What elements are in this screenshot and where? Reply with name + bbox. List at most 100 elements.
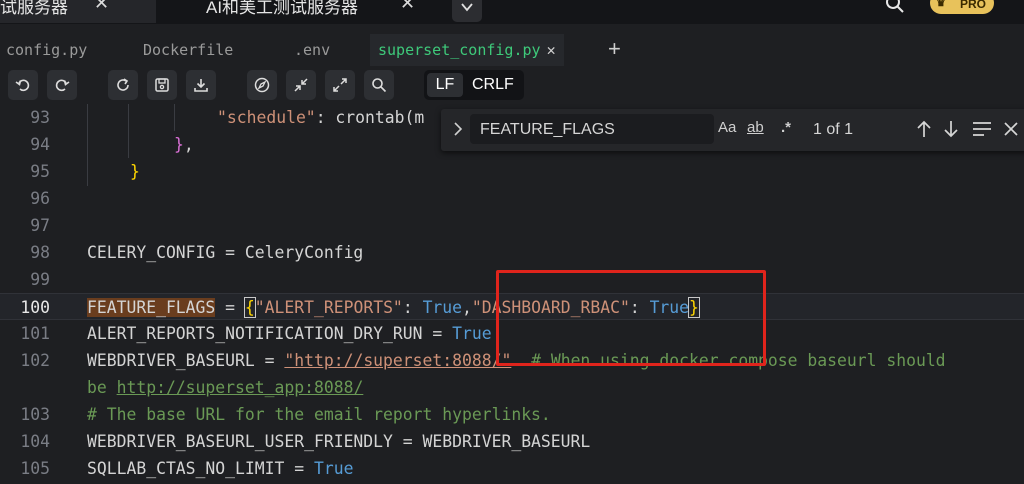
editor-toolbar: LF CRLF [0,68,1024,104]
arrow-down-icon[interactable] [942,119,960,139]
find-button[interactable] [364,70,394,100]
line-ending-toggle: LF CRLF [424,70,524,100]
undo-icon [15,79,30,92]
code-token: # The base URL for the email report hype… [87,405,551,424]
code-token: "http://superset:8088/" [284,351,512,370]
download-icon [194,79,208,92]
code-token: : crontab( [315,108,415,127]
refresh-icon [117,78,129,91]
code-line[interactable]: 96 [0,185,1024,212]
code-token: WEBDRIVER_BASEURL = [87,351,285,370]
window-tab-bar: 试服务器 ✕ AI和美工测试服务器 ✕ ♛ PRO [0,0,1024,24]
code-text: be http://superset_app:8088/ [87,374,363,401]
compass-icon [254,77,270,93]
window-tab-label: AI和美工测试服务器 [206,0,359,17]
code-token: : [402,298,423,317]
code-token: be [87,378,117,397]
line-number: 102 [20,351,50,370]
code-line[interactable]: 98 CELERY_CONFIG = CeleryConfig [0,239,1024,266]
line-number: 96 [30,189,50,208]
file-tab-label: superset_config.py [378,41,541,59]
expand-icon [333,78,347,92]
line-number: 95 [30,162,50,181]
new-tab-button[interactable]: + [608,34,621,66]
code-token: True [452,324,492,343]
code-text: SQLLAB_CTAS_NO_LIMIT = True [87,455,353,482]
redo-button[interactable] [47,70,77,100]
line-number: 99 [30,270,50,289]
save-button[interactable] [147,70,177,100]
close-icon[interactable]: ✕ [547,41,556,59]
code-token: WEBDRIVER_BASEURL_USER_FRIENDLY = WEBDRI… [87,432,591,451]
code-token: } [130,162,140,181]
search-icon[interactable] [884,0,906,16]
collapse-button[interactable] [286,70,316,100]
whole-word-toggle[interactable]: ab [747,119,764,136]
arrow-up-icon[interactable] [915,119,933,139]
code-line[interactable]: 104 WEBDRIVER_BASEURL_USER_FRIENDLY = WEB… [0,428,1024,455]
line-number: 103 [20,405,50,424]
download-button[interactable] [186,70,216,100]
file-tab-label: Dockerfile [143,41,234,59]
chevron-right-icon[interactable] [451,120,465,138]
pro-badge[interactable]: ♛ PRO [930,0,994,14]
line-number: 100 [20,298,50,317]
code-token: , [462,298,472,317]
expand-button[interactable] [325,70,355,100]
window-tab-label: 试服务器 [0,0,68,17]
code-text: } [130,158,140,185]
file-tab-dockerfile[interactable]: Dockerfile [143,34,233,66]
window-tab-ai-server[interactable]: AI和美工测试服务器 ✕ [206,0,436,23]
line-number: 93 [30,108,50,127]
code-token: m [414,108,425,127]
code-token: FEATURE_FLAGS [87,298,216,317]
code-line[interactable]: be http://superset_app:8088/ [0,374,1024,401]
tab-dropdown-button[interactable] [452,0,482,22]
code-token: "ALERT_REPORTS" [254,298,403,317]
compass-button[interactable] [247,70,277,100]
code-text: CELERY_CONFIG = CeleryConfig [87,239,363,266]
code-text: }, [174,131,194,158]
close-icon[interactable]: ✕ [94,0,109,14]
line-number: 104 [20,432,50,451]
refresh-button[interactable] [108,70,138,100]
code-text: # The base URL for the email report hype… [87,401,551,428]
code-line[interactable]: 103 # The base URL for the email report h… [0,401,1024,428]
code-line[interactable]: 105 SQLLAB_CTAS_NO_LIMIT = True [0,455,1024,482]
match-case-toggle[interactable]: Aa [718,119,736,136]
window-tab-server-1[interactable]: 试服务器 ✕ [0,0,156,23]
save-icon [155,78,169,92]
file-tab-bar: config.py Dockerfile .env superset_confi… [0,34,1024,66]
chevron-down-icon [461,3,473,12]
code-token: ALERT_REPORTS_NOTIFICATION_DRY_RUN = [87,324,453,343]
undo-button[interactable] [8,70,38,100]
code-text: WEBDRIVER_BASEURL_USER_FRIENDLY = WEBDRI… [87,428,590,455]
code-token: True [422,298,463,317]
code-token: "schedule" [217,108,316,127]
file-tab-env[interactable]: .env [294,34,330,66]
lf-option[interactable]: LF [427,73,463,97]
close-icon[interactable] [1003,119,1019,139]
highlight-annotation-box [496,270,766,366]
find-input[interactable]: FEATURE_FLAGS [470,114,714,144]
file-tab-config[interactable]: config.py [6,34,87,66]
close-icon[interactable]: ✕ [400,0,415,14]
regex-toggle[interactable]: .* [781,119,791,136]
line-number: 97 [30,216,50,235]
code-token: { [243,297,256,318]
line-number: 105 [20,459,50,478]
code-token: SQLLAB_CTAS_NO_LIMIT = [87,459,314,478]
code-token: CELERY_CONFIG = CeleryConfig [87,243,364,262]
code-token: http://superset_app:8088/ [116,378,364,397]
code-line[interactable]: 95} [0,158,1024,185]
crlf-option[interactable]: CRLF [472,73,514,97]
file-tab-superset-config[interactable]: superset_config.py ✕ [370,34,564,66]
find-in-selection-icon[interactable] [971,119,993,139]
code-token: } [174,135,184,154]
match-count: 1 of 1 [813,121,854,138]
find-widget: FEATURE_FLAGS Aa ab .* 1 of 1 [441,109,1024,151]
code-token: , [183,135,194,154]
code-line[interactable]: 97 [0,212,1024,239]
code-text: ALERT_REPORTS_NOTIFICATION_DRY_RUN = Tru… [87,320,492,347]
collapse-icon [294,78,308,92]
